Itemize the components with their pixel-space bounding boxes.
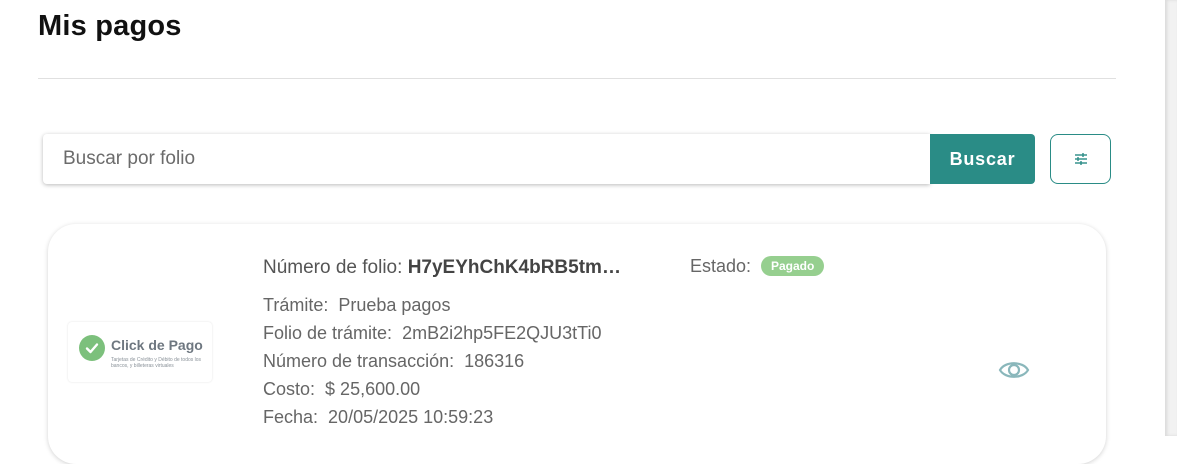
detail-fecha: Fecha: 20/05/2025 10:59:23 bbox=[263, 407, 493, 428]
detail-value: 2mB2i2hp5FE2QJU3tTi0 bbox=[402, 323, 602, 343]
folio-number: Número de folio: H7yEYhChK4bRB5tm… bbox=[263, 257, 655, 279]
folio-value: H7yEYhChK4bRB5tm… bbox=[407, 257, 621, 278]
logo-name: Click de Pago bbox=[111, 337, 203, 353]
page: Mis pagos Buscar Click de Pago Tarjetas … bbox=[0, 0, 1165, 464]
detail-folio-tramite: Folio de trámite: 2mB2i2hp5FE2QJU3tTi0 bbox=[263, 323, 602, 344]
logo-tagline: Tarjetas de Crédito y Débito de todos lo… bbox=[111, 357, 202, 369]
check-circle-icon bbox=[79, 335, 105, 361]
right-panel-edge bbox=[1165, 0, 1177, 436]
detail-costo: Costo: $ 25,600.00 bbox=[263, 379, 420, 400]
title-divider bbox=[38, 78, 1116, 79]
detail-value: 186316 bbox=[464, 351, 525, 371]
detail-value: 20/05/2025 10:59:23 bbox=[328, 407, 494, 427]
search-input[interactable] bbox=[43, 134, 930, 184]
search-button[interactable]: Buscar bbox=[930, 134, 1035, 184]
detail-label: Trámite: bbox=[263, 295, 329, 315]
detail-transaccion: Número de transacción: 186316 bbox=[263, 351, 524, 372]
folio-label: Número de folio: bbox=[263, 257, 403, 278]
detail-tramite: Trámite: Prueba pagos bbox=[263, 295, 450, 316]
detail-label: Fecha: bbox=[263, 407, 319, 427]
sliders-icon bbox=[1074, 153, 1087, 165]
detail-label: Número de transacción: bbox=[263, 351, 455, 371]
payment-provider-logo: Click de Pago Tarjetas de Crédito y Débi… bbox=[68, 322, 212, 382]
detail-value: Prueba pagos bbox=[338, 295, 451, 315]
detail-label: Folio de trámite: bbox=[263, 323, 393, 343]
search-bar bbox=[43, 134, 930, 184]
payment-card: Click de Pago Tarjetas de Crédito y Débi… bbox=[48, 224, 1106, 464]
page-title: Mis pagos bbox=[38, 10, 182, 42]
view-details-button[interactable] bbox=[998, 354, 1030, 386]
status-label: Estado: bbox=[690, 256, 752, 276]
status-badge: Pagado bbox=[761, 256, 825, 276]
eye-icon bbox=[998, 362, 1030, 378]
detail-label: Costo: bbox=[263, 379, 316, 399]
filter-button[interactable] bbox=[1050, 134, 1111, 184]
detail-value: $ 25,600.00 bbox=[325, 379, 421, 399]
